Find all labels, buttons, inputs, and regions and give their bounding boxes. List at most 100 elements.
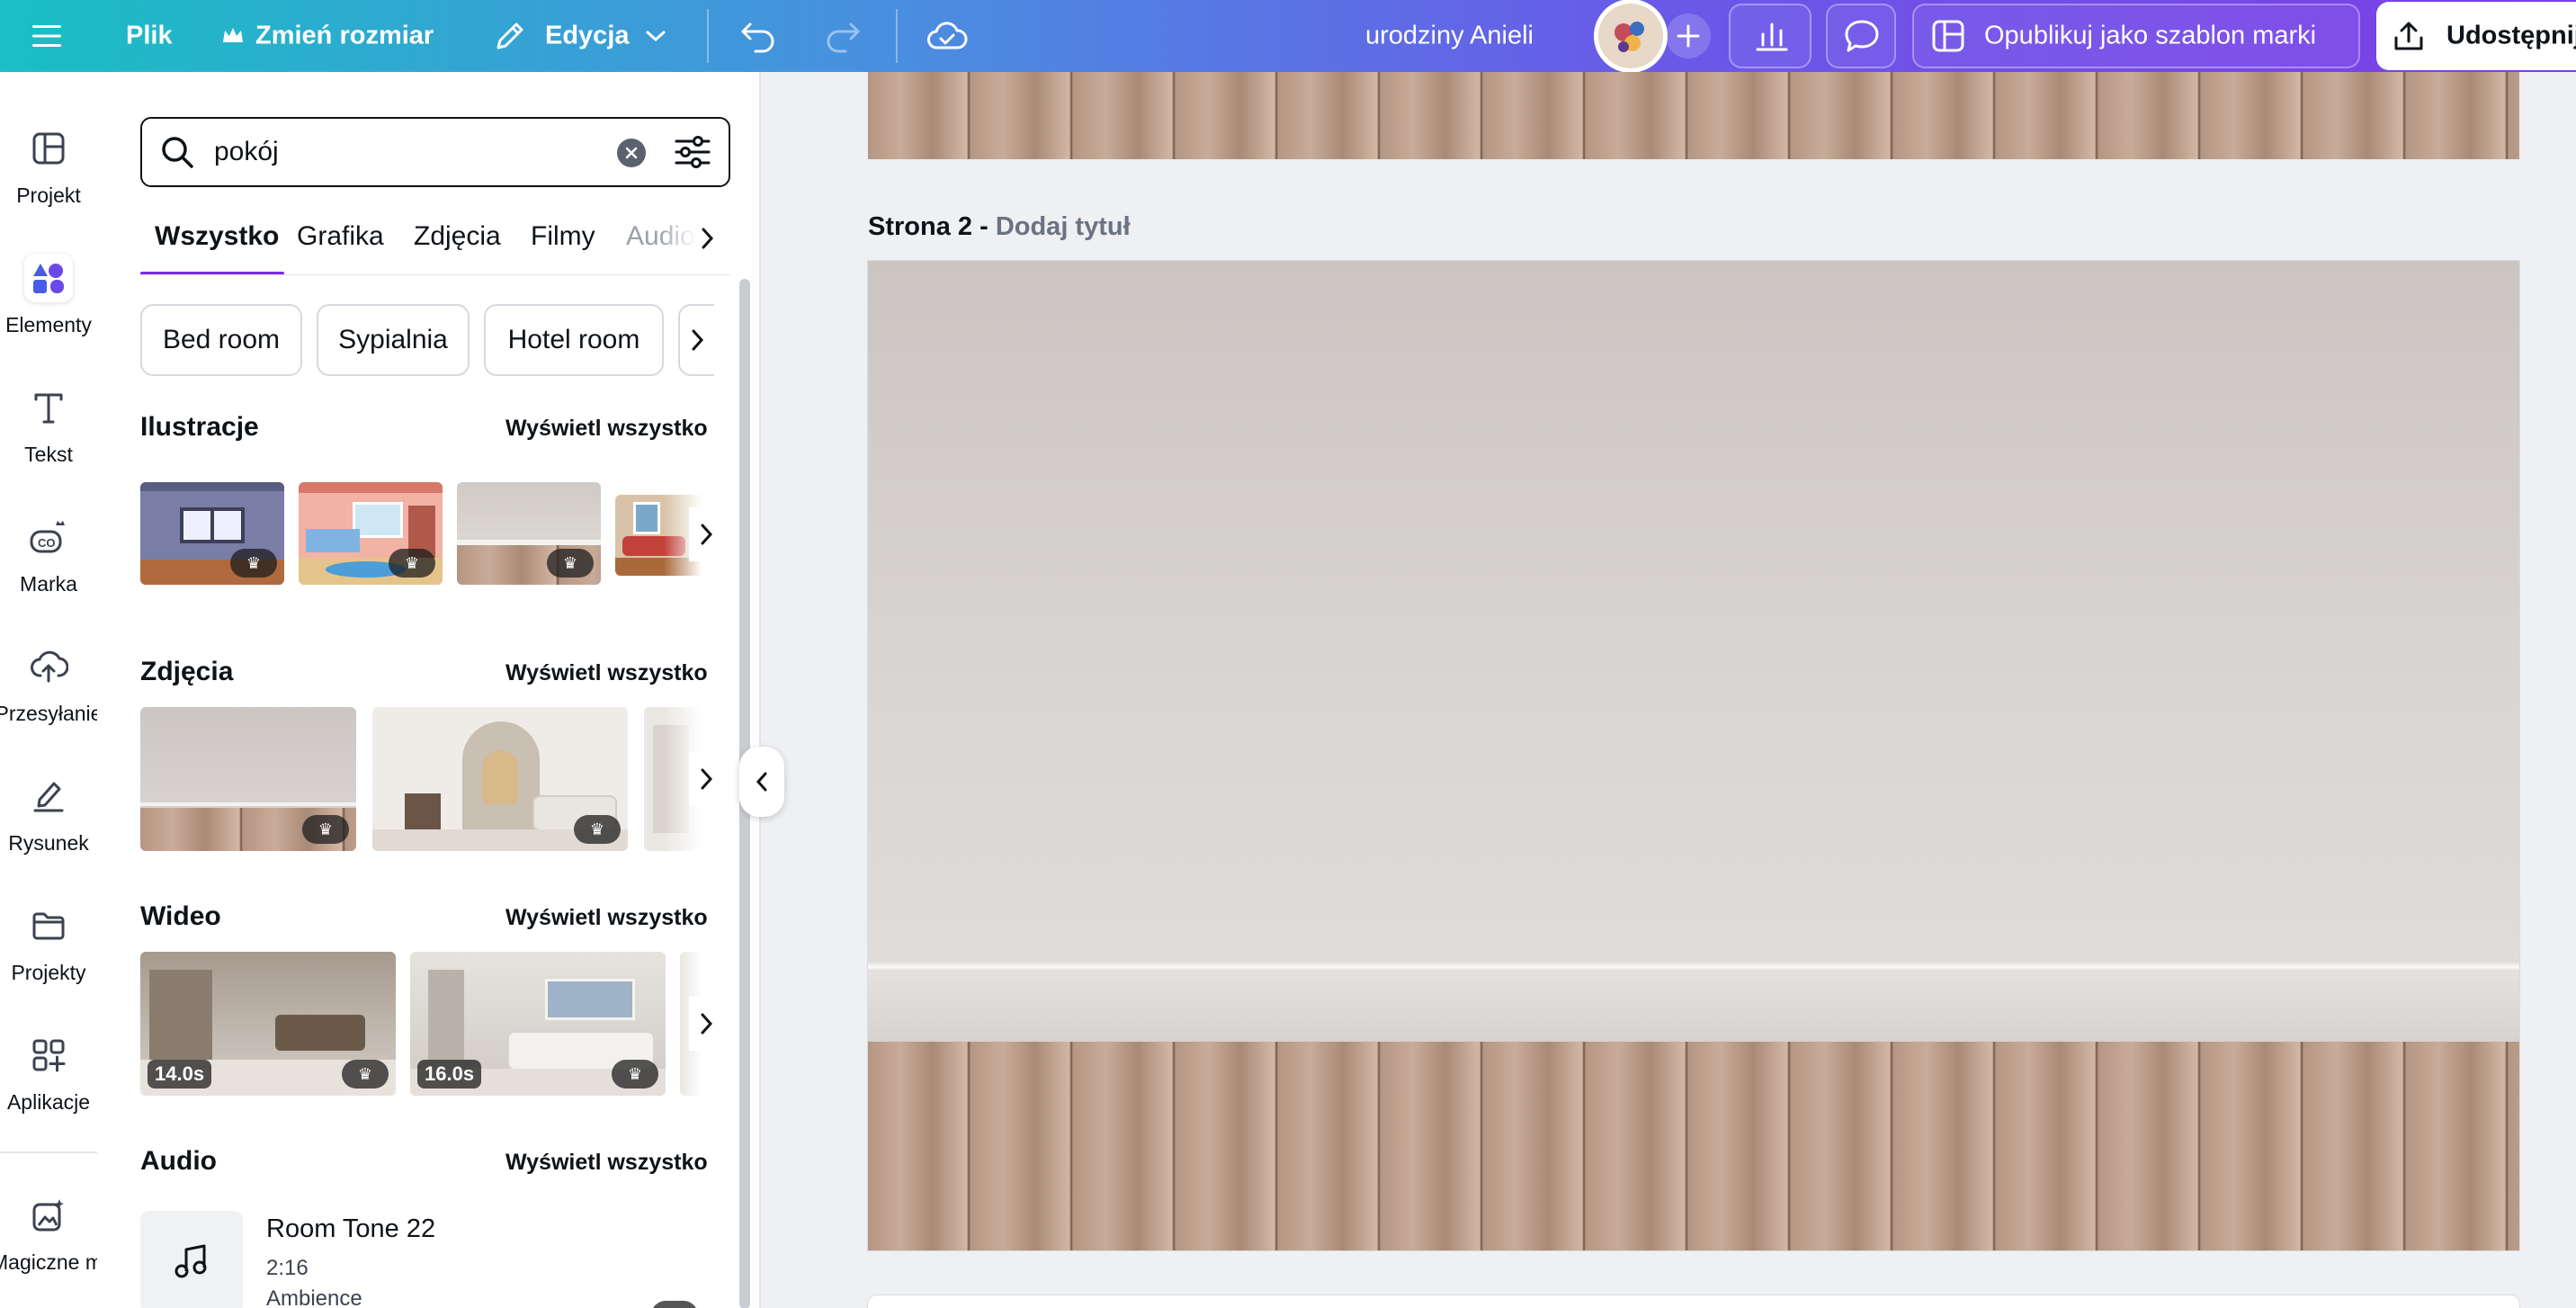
chevron-right-icon xyxy=(701,768,713,790)
redo-icon[interactable] xyxy=(822,19,863,53)
photo-thumb-2[interactable]: ♛ xyxy=(372,707,628,851)
top-toolbar: Plik Zmień rozmiar Edycja urodziny Aniel… xyxy=(0,0,2576,73)
rail-item-projects[interactable]: Projekty xyxy=(0,901,97,1018)
side-navigation: Projekt Elementy Tekst CO Marka Przesyła… xyxy=(0,72,106,1308)
see-all-illustrations[interactable]: Wyświetl wszystko xyxy=(505,416,708,442)
design-page[interactable] xyxy=(868,261,2519,1250)
apps-icon xyxy=(24,1031,73,1080)
rail-item-draw[interactable]: Rysunek xyxy=(0,772,97,889)
premium-crown-icon: ♛ xyxy=(651,1301,698,1308)
chevron-right-icon xyxy=(701,1013,713,1035)
premium-crown-icon: ♛ xyxy=(302,815,349,844)
see-all-audio[interactable]: Wyświetl wszystko xyxy=(505,1150,708,1176)
illustrations-next-button[interactable] xyxy=(689,507,723,561)
publish-brand-template-button[interactable]: Opublikuj jako szablon marki xyxy=(1912,4,2360,68)
bar-chart-icon xyxy=(1754,20,1790,52)
premium-crown-icon: ♛ xyxy=(389,549,435,578)
rail-item-apps[interactable]: Aplikacje xyxy=(0,1031,97,1148)
collapse-panel-button[interactable] xyxy=(739,747,784,817)
tabs-divider xyxy=(140,274,730,275)
rail-label: Elementy xyxy=(5,313,92,336)
file-menu[interactable]: Plik xyxy=(126,22,173,51)
illustration-thumb-2[interactable]: ♛ xyxy=(299,482,443,585)
rail-label: Marka xyxy=(20,572,77,596)
search-input[interactable] xyxy=(214,130,637,175)
cloud-saved-icon[interactable] xyxy=(926,21,968,51)
premium-crown-icon: ♛ xyxy=(612,1060,658,1089)
template-icon xyxy=(1930,18,1966,54)
chevron-left-icon xyxy=(756,772,767,792)
tab-videos[interactable]: Filmy xyxy=(531,221,595,252)
clear-search-icon[interactable] xyxy=(617,139,646,167)
section-title-video: Wideo xyxy=(140,901,221,931)
illustration-thumb-3[interactable]: ♛ xyxy=(457,482,601,585)
rail-label: Rysunek xyxy=(8,831,89,855)
audio-title: Room Tone 22 xyxy=(266,1214,436,1243)
share-icon xyxy=(2391,18,2427,54)
premium-crown-icon: ♛ xyxy=(342,1060,389,1089)
next-page[interactable] xyxy=(868,1295,2519,1308)
tab-photos[interactable]: Zdjęcia xyxy=(414,221,501,252)
rail-label: Projekt xyxy=(16,184,81,207)
text-icon xyxy=(24,383,73,432)
elements-panel: Wszystko Grafika Zdjęcia Filmy Audio Bed… xyxy=(97,72,761,1308)
chip-label: Bed room xyxy=(162,325,281,354)
chevron-right-icon[interactable] xyxy=(698,225,716,256)
search-icon xyxy=(158,133,196,175)
filter-icon[interactable] xyxy=(673,134,712,175)
insights-button[interactable] xyxy=(1729,4,1811,68)
chips-next-button[interactable] xyxy=(678,304,714,376)
resize-button[interactable]: Zmień rozmiar xyxy=(255,22,434,51)
rail-label: Tekst xyxy=(24,443,73,466)
premium-crown-icon: ♛ xyxy=(547,549,594,578)
premium-crown-icon: ♛ xyxy=(230,549,277,578)
comments-button[interactable] xyxy=(1826,4,1896,68)
page-header: Strona 2 - Dodaj tytuł xyxy=(868,212,1131,242)
crown-icon xyxy=(221,26,245,46)
see-all-photos[interactable]: Wyświetl wszystko xyxy=(505,660,708,686)
video-next-button[interactable] xyxy=(689,997,723,1051)
video-duration: 16.0s xyxy=(417,1060,482,1089)
chevron-right-icon xyxy=(701,524,713,545)
premium-crown-icon: ♛ xyxy=(574,815,621,844)
add-collaborator-icon[interactable] xyxy=(1666,13,1711,58)
magic-icon xyxy=(24,1191,73,1240)
page-title-input[interactable]: Dodaj tytuł xyxy=(996,212,1131,241)
avatar[interactable] xyxy=(1594,0,1668,73)
chevron-right-icon xyxy=(692,329,704,351)
brand-icon: CO xyxy=(24,513,73,561)
tab-graphics[interactable]: Grafika xyxy=(297,221,384,252)
document-title[interactable]: urodziny Anieli xyxy=(1365,22,1534,51)
chevron-down-icon[interactable] xyxy=(644,28,667,44)
previous-page[interactable] xyxy=(868,72,2519,159)
chip-bed-room[interactable]: Bed room xyxy=(140,304,302,376)
hamburger-icon[interactable] xyxy=(27,16,67,56)
video-thumb-2[interactable]: 16.0s ♛ xyxy=(410,952,666,1096)
video-thumb-1[interactable]: 14.0s ♛ xyxy=(140,952,396,1096)
rail-label: Magiczne m... xyxy=(0,1250,106,1274)
see-all-video[interactable]: Wyświetl wszystko xyxy=(505,905,708,931)
rail-divider xyxy=(0,1151,97,1153)
tab-all[interactable]: Wszystko xyxy=(155,221,279,252)
audio-item[interactable]: Room Tone 22 2:16 Ambience ♛ xyxy=(140,1211,716,1308)
project-icon xyxy=(24,124,73,173)
rail-item-project[interactable]: Projekt xyxy=(0,124,97,241)
video-duration: 14.0s xyxy=(148,1060,212,1089)
rail-item-text[interactable]: Tekst xyxy=(0,383,97,500)
undo-icon[interactable] xyxy=(738,19,779,53)
rail-label: Przesyłanie xyxy=(0,702,103,725)
chip-label: Sypialnia xyxy=(338,325,448,354)
illustration-thumb-1[interactable]: ♛ xyxy=(140,482,284,585)
rail-item-magic[interactable]: Magiczne m... xyxy=(0,1191,106,1308)
chip-sypialnia[interactable]: Sypialnia xyxy=(317,304,470,376)
rail-item-brand[interactable]: CO Marka xyxy=(0,513,97,630)
chip-hotel-room[interactable]: Hotel room xyxy=(484,304,664,376)
photo-thumb-1[interactable]: ♛ xyxy=(140,707,356,851)
section-title-audio: Audio xyxy=(140,1146,217,1176)
photos-next-button[interactable] xyxy=(689,752,723,806)
edit-menu[interactable]: Edycja xyxy=(545,22,630,51)
share-button[interactable]: Udostępnij xyxy=(2376,2,2576,70)
rail-item-upload[interactable]: Przesyłanie xyxy=(0,642,102,759)
rail-item-elements[interactable]: Elementy xyxy=(0,254,97,371)
toolbar-divider xyxy=(707,9,709,63)
